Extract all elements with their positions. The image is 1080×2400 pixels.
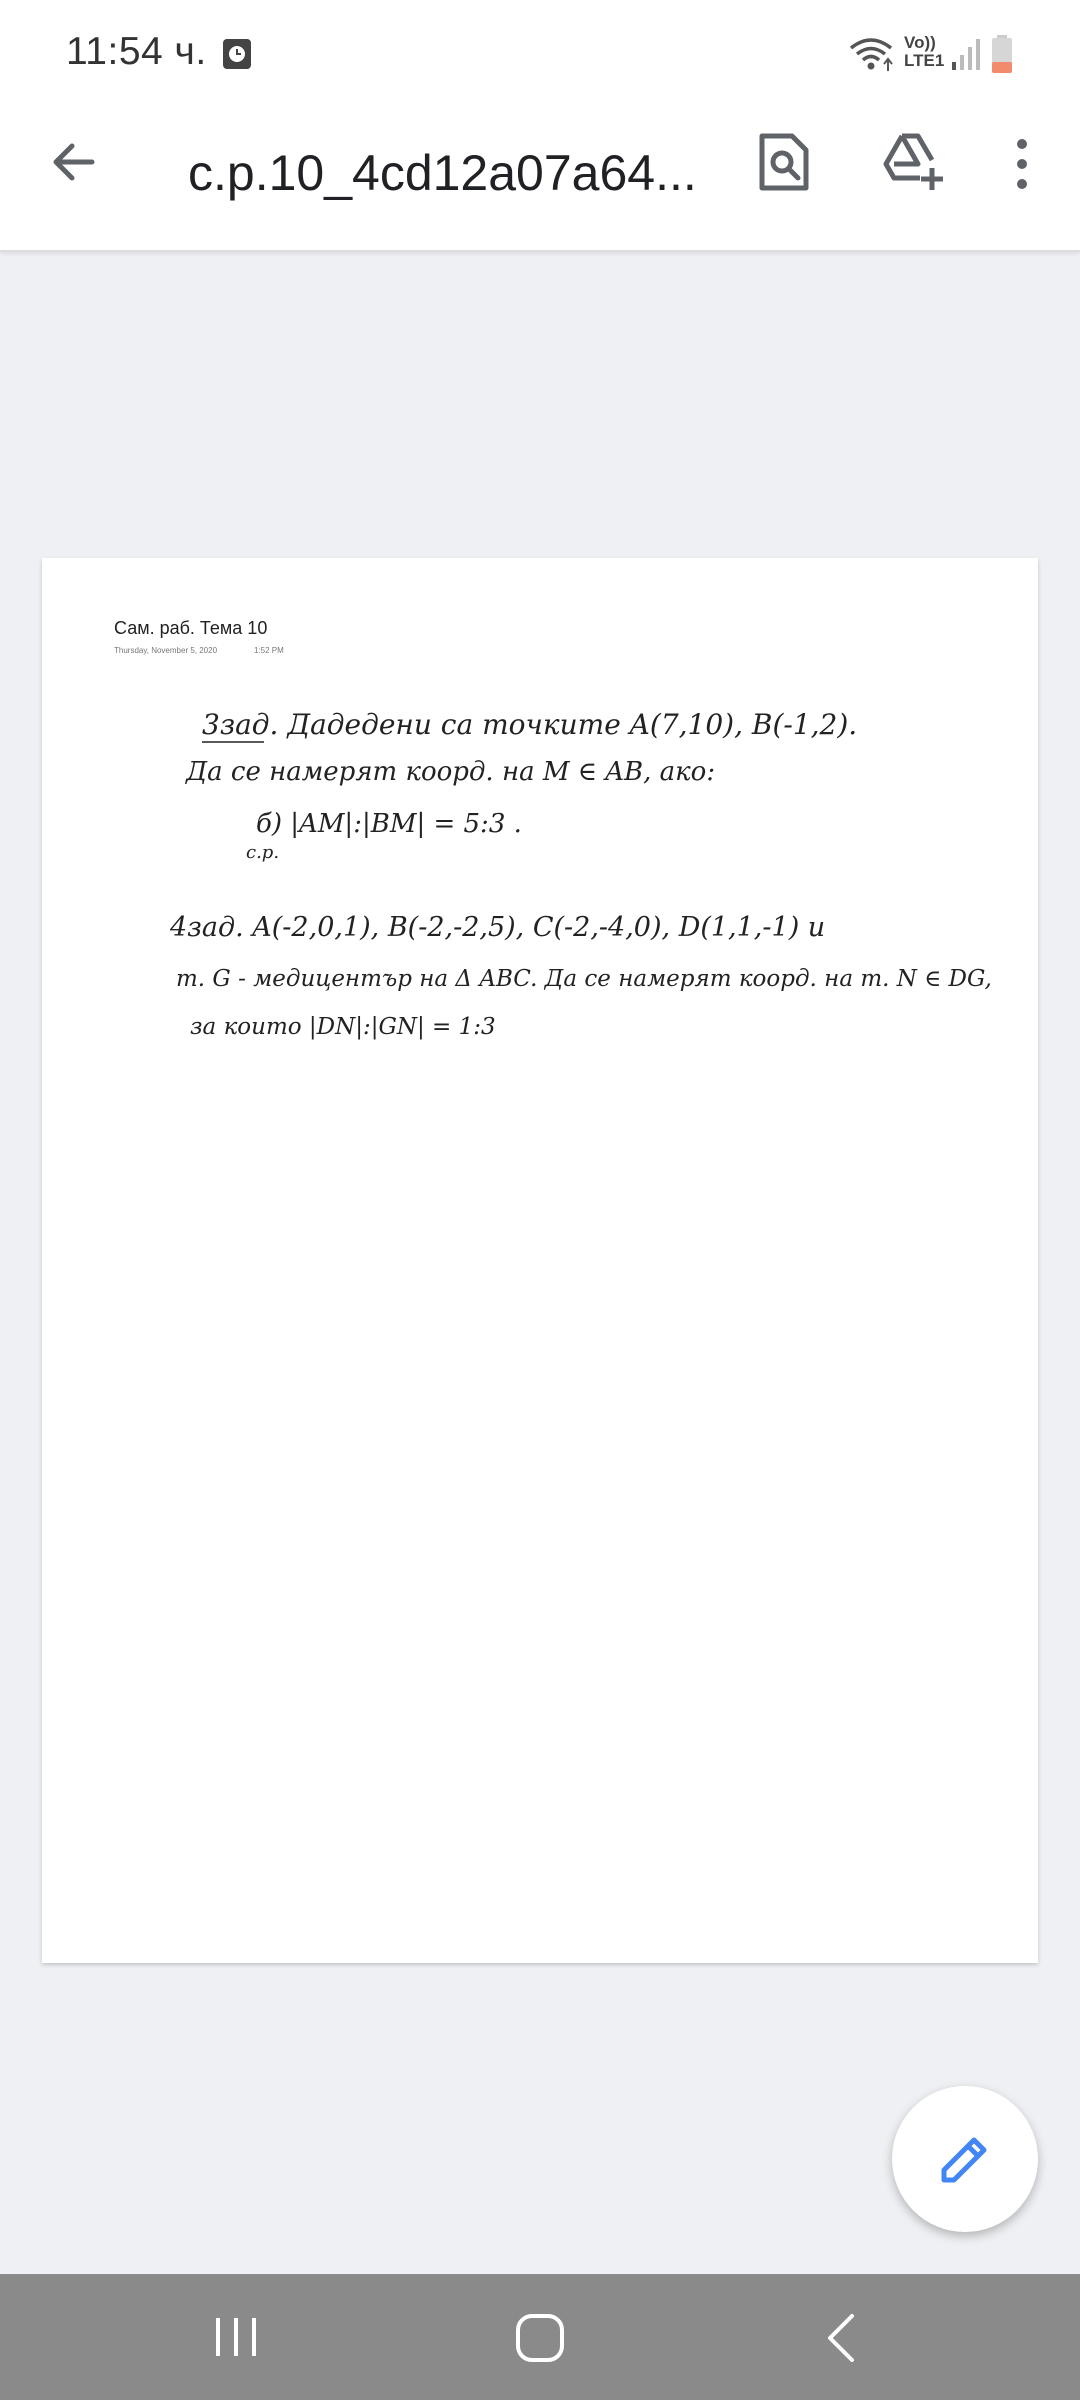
battery-icon: [992, 35, 1012, 73]
handwritten-line: с.р.: [246, 842, 279, 863]
home-icon[interactable]: [514, 2312, 566, 2364]
edit-pencil-icon: [941, 2137, 987, 2183]
signal-icon: [952, 39, 980, 70]
wifi-icon: [849, 38, 893, 71]
back-icon[interactable]: [822, 2312, 862, 2364]
handwritten-line: б) |AM|:|BM| = 5:3 .: [256, 809, 522, 839]
recents-icon[interactable]: [210, 2314, 262, 2360]
handwritten-line: 3зад. Дадедени са точките A(7,10), B(-1,…: [202, 708, 857, 741]
handwritten-line: Да се намерят коорд. на M ∈ AB, ако:: [185, 757, 715, 787]
handwritten-line: за които |DN|:|GN| = 1:3: [190, 1014, 496, 1040]
back-arrow-icon[interactable]: [44, 132, 104, 192]
handwritten-line: т. G - медицентър на Δ ABC. Да се намеря…: [176, 966, 992, 992]
search-document-icon[interactable]: [758, 132, 810, 192]
system-nav-bar: [0, 2274, 1080, 2400]
network-type-label: Vo)) LTE1: [904, 33, 945, 70]
alarm-icon: [223, 39, 251, 69]
app-bar: c.p.10_4cd12a07a64...: [0, 104, 1080, 252]
more-vert-icon[interactable]: [1006, 134, 1038, 194]
document-page: Сам. раб. Тема 10 Thursday, November 5, …: [42, 558, 1038, 1963]
handwritten-line: 4зад. A(-2,0,1), B(-2,-2,5), C(-2,-4,0),…: [169, 912, 825, 943]
edit-button[interactable]: [892, 2086, 1038, 2232]
add-to-drive-icon[interactable]: [882, 130, 944, 192]
document-title: c.p.10_4cd12a07a64...: [188, 145, 697, 201]
status-bar: 11:54 ч. Vo)) LTE1: [0, 0, 1080, 104]
status-time: 11:54 ч.: [66, 30, 207, 73]
handwritten-notes: 3зад. Дадедени са точките A(7,10), B(-1,…: [169, 708, 992, 1040]
